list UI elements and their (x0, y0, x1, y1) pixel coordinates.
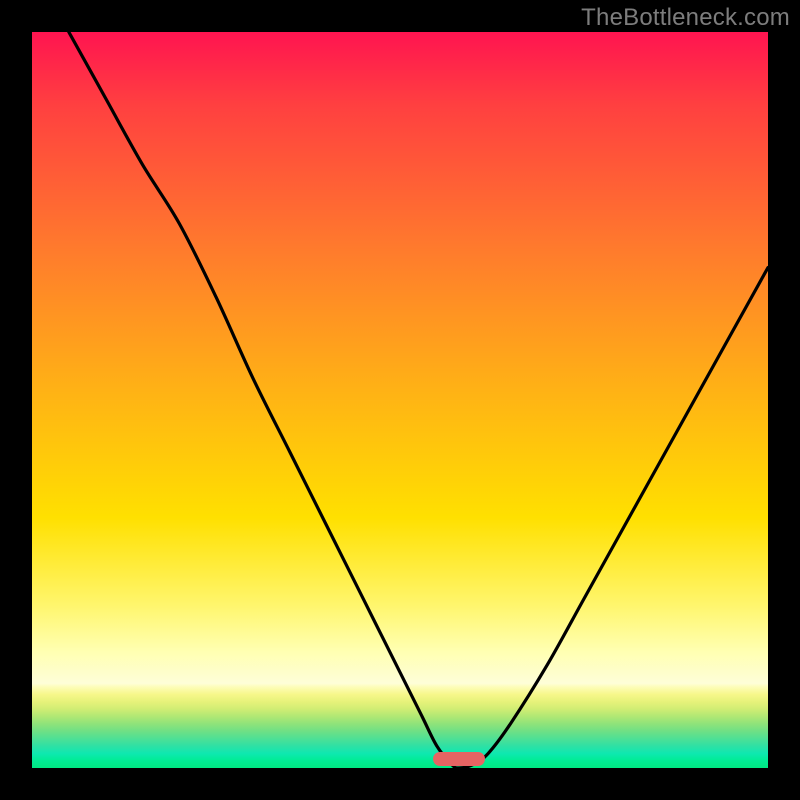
bottleneck-curve (32, 32, 768, 768)
watermark-text: TheBottleneck.com (581, 4, 790, 32)
curve-path (69, 32, 768, 768)
chart-frame: TheBottleneck.com (0, 0, 800, 800)
plot-area (32, 32, 768, 768)
optimal-marker (433, 752, 485, 766)
